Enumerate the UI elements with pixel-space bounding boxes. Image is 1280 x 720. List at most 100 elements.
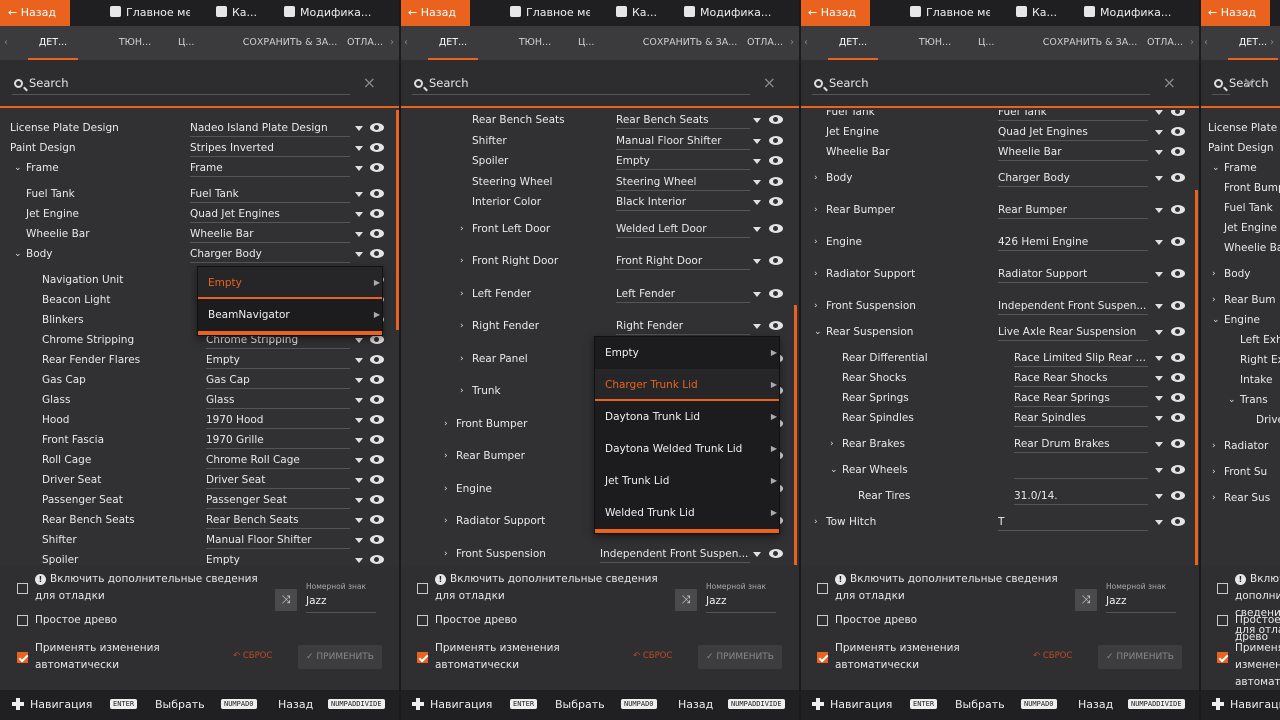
tab-next-icon[interactable]: ›	[1270, 26, 1274, 60]
visibility-eye-icon[interactable]	[1171, 439, 1185, 448]
part-select[interactable]: Wheelie Bar	[998, 142, 1148, 161]
visibility-eye-icon[interactable]	[769, 156, 783, 165]
visibility-eye-icon[interactable]	[370, 335, 384, 344]
plate-input[interactable]: Jazz	[1106, 595, 1176, 613]
chevron-right-icon[interactable]: ›	[460, 219, 464, 239]
tab[interactable]: ДЕТ...	[428, 26, 478, 60]
dropdown-arrow-icon[interactable]	[1155, 396, 1163, 401]
tree-row[interactable]: Rear Tires 31.0/14.	[800, 486, 1200, 506]
part-select[interactable]: Radiator Support	[998, 264, 1148, 283]
chevron-down-icon[interactable]: ⌄	[1228, 390, 1236, 410]
part-select[interactable]: Race Rear Shocks	[1014, 368, 1148, 387]
dropdown-arrow-icon[interactable]	[355, 478, 363, 483]
visibility-eye-icon[interactable]	[769, 115, 783, 124]
visibility-eye-icon[interactable]	[1171, 517, 1185, 526]
tree-row[interactable]: Drive	[1200, 410, 1280, 430]
dropdown-arrow-icon[interactable]	[1155, 150, 1163, 155]
clear-search-icon[interactable]: ×	[1243, 73, 1256, 92]
tree-row[interactable]: › Radiator	[1200, 436, 1280, 456]
visibility-eye-icon[interactable]	[370, 555, 384, 564]
part-select[interactable]: Race Rear Springs	[1014, 388, 1148, 407]
top-menu-item[interactable]: Модифика...	[684, 0, 771, 26]
tree-row[interactable]: › Rear Brakes Rear Drum Brakes	[800, 434, 1200, 454]
top-menu-item[interactable]: Главное ме...	[510, 0, 590, 26]
part-select[interactable]: Manual Floor Shifter	[206, 530, 350, 549]
part-select[interactable]: Left Fender	[616, 284, 750, 303]
top-menu-item[interactable]: Модифика...	[284, 0, 371, 26]
tree-row[interactable]: Gas Cap Gas Cap	[0, 370, 400, 390]
dropdown-arrow-icon[interactable]	[753, 291, 761, 297]
tree-row[interactable]: Front Bump	[1200, 178, 1280, 198]
tab[interactable]: ТЮН...	[515, 26, 555, 60]
dropdown-arrow-icon[interactable]	[1155, 208, 1163, 213]
chevron-right-icon[interactable]: ›	[444, 511, 448, 531]
tree-row[interactable]: Glass Glass	[0, 390, 400, 410]
tree-row[interactable]: Interior Color Black Interior	[400, 192, 800, 212]
dropdown-arrow-icon[interactable]	[355, 212, 363, 217]
tree-row[interactable]: › Tow Hitch T	[800, 512, 1200, 532]
simple-tree-checkbox[interactable]	[1217, 615, 1228, 626]
shuffle-plate-button[interactable]: ⤨	[675, 589, 697, 611]
chevron-right-icon[interactable]: ›	[1212, 436, 1216, 456]
visibility-eye-icon[interactable]	[769, 288, 783, 298]
chevron-right-icon[interactable]: ›	[814, 296, 818, 316]
search-input[interactable]: Search	[29, 76, 69, 90]
debug-checkbox[interactable]	[1217, 583, 1228, 594]
tree-row[interactable]: › Rear Bum	[1200, 290, 1280, 310]
auto-apply-checkbox[interactable]	[817, 652, 828, 663]
part-select[interactable]: Welded Left Door	[616, 219, 750, 238]
dropdown-arrow-icon[interactable]	[355, 338, 363, 343]
tree-row[interactable]: Shifter Manual Floor Shifter	[0, 530, 400, 550]
part-select[interactable]: Stripes Inverted	[190, 138, 350, 157]
dropdown-arrow-icon[interactable]	[753, 179, 761, 185]
part-select[interactable]: Frame	[190, 158, 350, 177]
visibility-eye-icon[interactable]	[370, 415, 384, 424]
visibility-eye-icon[interactable]	[1171, 353, 1185, 362]
visibility-eye-icon[interactable]	[370, 515, 384, 524]
plate-input[interactable]: Jazz	[706, 595, 776, 613]
chevron-right-icon[interactable]: ›	[1212, 488, 1216, 508]
dropdown-arrow-icon[interactable]	[1155, 468, 1163, 473]
chevron-right-icon[interactable]: ›	[1212, 264, 1216, 284]
part-select[interactable]: Rear Bumper	[998, 200, 1148, 219]
search-input[interactable]: Search	[429, 76, 469, 90]
chevron-down-icon[interactable]: ⌄	[830, 460, 838, 480]
part-select[interactable]: Chrome Roll Cage	[206, 450, 350, 469]
visibility-eye-icon[interactable]	[769, 321, 783, 330]
tab[interactable]: Ц...	[178, 26, 194, 60]
dropdown-option[interactable]: Charger Trunk Lid	[595, 369, 779, 401]
tree-row[interactable]: Jet Engine	[1200, 218, 1280, 238]
tree-row[interactable]: Rear Differential Race Limited Slip Rear …	[800, 348, 1200, 368]
dropdown-arrow-icon[interactable]	[1155, 130, 1163, 135]
top-menu-item[interactable]: Ка...	[1016, 0, 1057, 26]
tree-row[interactable]: Passenger Seat Passenger Seat	[0, 490, 400, 510]
tree-row[interactable]: Paint Design	[1200, 138, 1280, 158]
dropdown-arrow-icon[interactable]	[355, 498, 363, 503]
part-select[interactable]: Independent Front Suspen...	[998, 296, 1148, 315]
dropdown-option[interactable]: Welded Trunk Lid	[595, 497, 779, 529]
visibility-eye-icon[interactable]	[370, 455, 384, 464]
dropdown-arrow-icon[interactable]	[753, 118, 761, 123]
part-select[interactable]: 31.0/14.	[1014, 486, 1148, 505]
tree-row[interactable]: Spoiler Empty	[400, 151, 800, 171]
tree-row[interactable]: Rear Spindles Rear Spindles	[800, 408, 1200, 428]
tree-row[interactable]: ⌄ Trans	[1200, 390, 1280, 410]
tree-row[interactable]: › Front Su	[1200, 462, 1280, 482]
visibility-eye-icon[interactable]	[1171, 465, 1185, 474]
part-select[interactable]: Front Right Door	[616, 251, 750, 270]
tree-row[interactable]: Shifter Manual Floor Shifter	[400, 131, 800, 151]
chevron-down-icon[interactable]: ⌄	[1212, 158, 1220, 178]
dropdown-arrow-icon[interactable]	[1155, 416, 1163, 421]
dropdown-arrow-icon[interactable]	[355, 232, 363, 237]
chevron-right-icon[interactable]: ›	[460, 251, 464, 271]
scrollbar-thumb[interactable]	[794, 305, 797, 565]
visibility-eye-icon[interactable]	[1171, 301, 1185, 310]
dropdown-arrow-icon[interactable]	[1155, 330, 1163, 335]
tree-row[interactable]: ⌄ Rear Suspension Live Axle Rear Suspensio…	[800, 322, 1200, 342]
visibility-eye-icon[interactable]	[370, 535, 384, 544]
tree-row[interactable]: Spoiler Empty	[0, 550, 400, 565]
back-button[interactable]: ← Назад	[800, 0, 870, 26]
tree-row[interactable]: Paint Design Stripes Inverted	[0, 138, 400, 158]
visibility-eye-icon[interactable]	[1171, 173, 1185, 182]
dropdown-arrow-icon[interactable]	[1155, 240, 1163, 245]
